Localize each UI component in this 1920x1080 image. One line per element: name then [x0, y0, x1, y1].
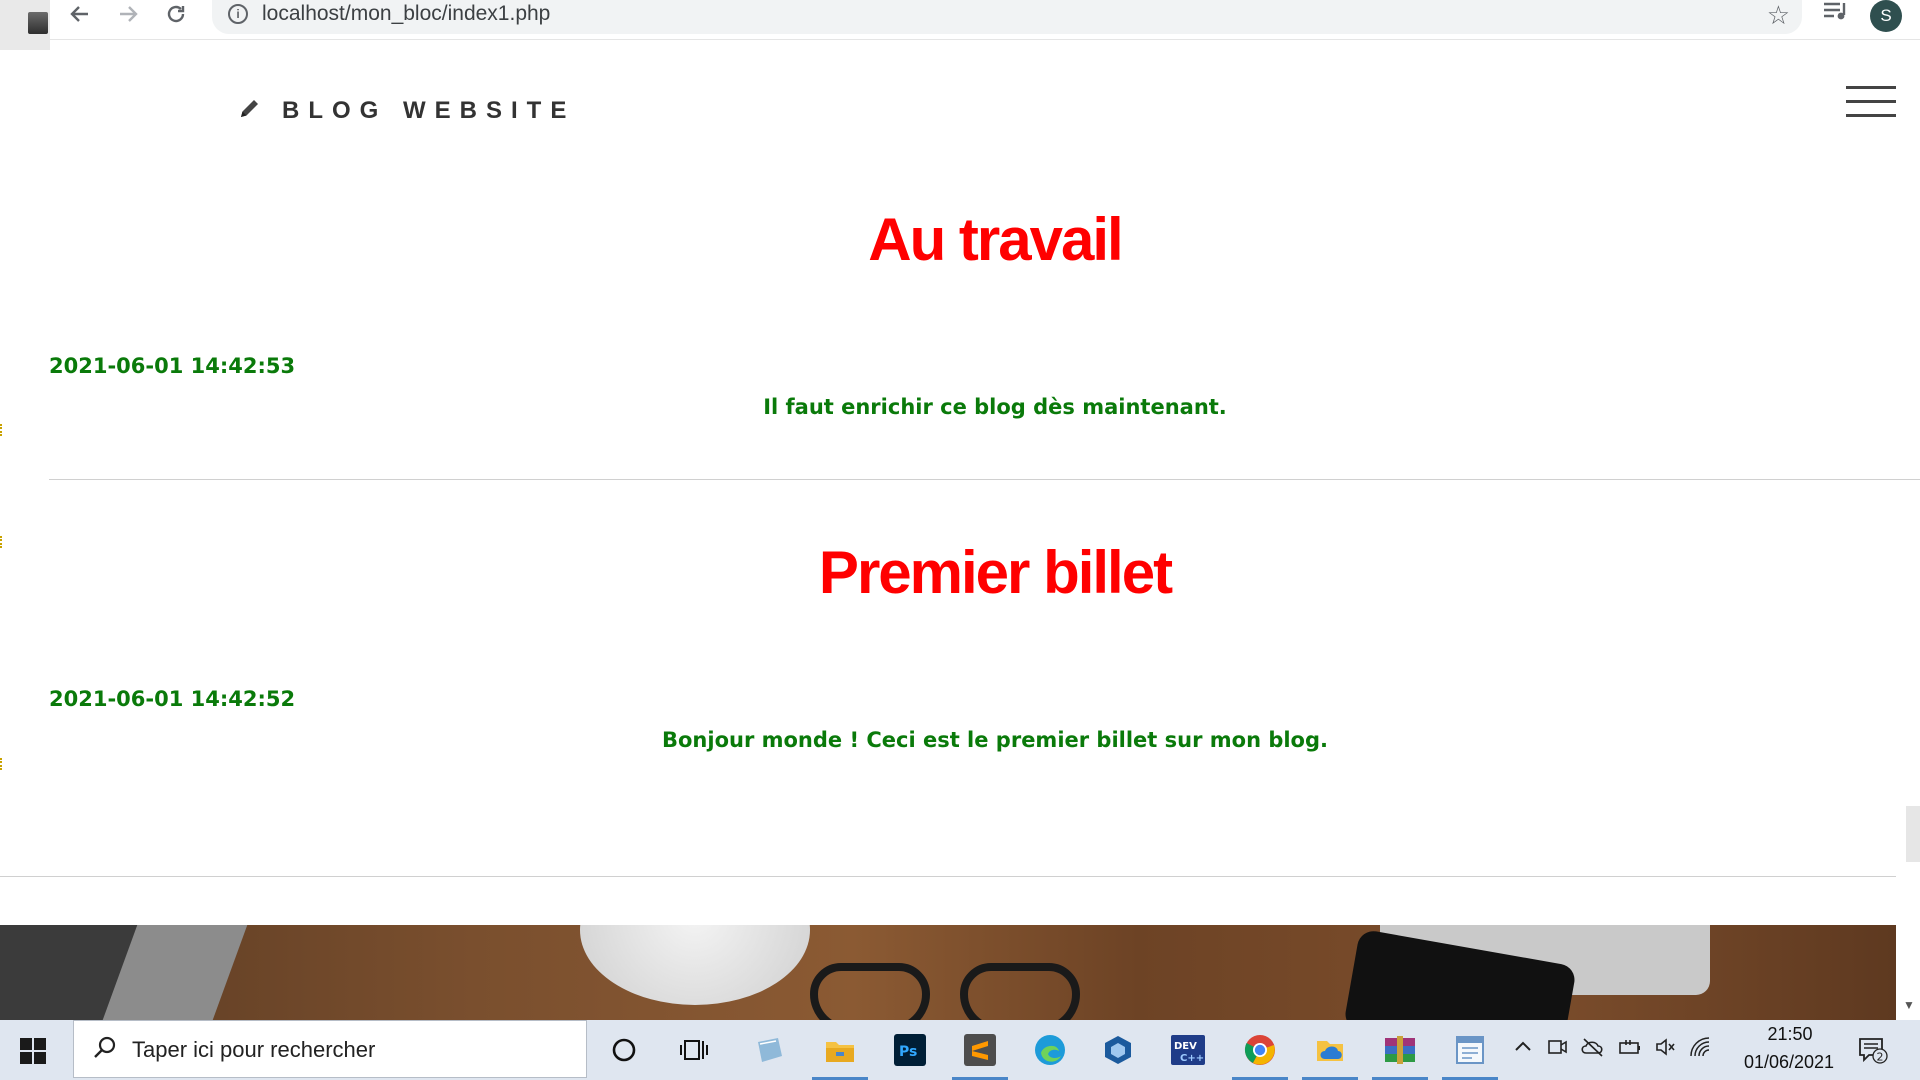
- cortana-icon[interactable]: [602, 1028, 646, 1072]
- star-icon[interactable]: ☆: [1767, 0, 1790, 31]
- meet-now-icon[interactable]: [1546, 1036, 1568, 1064]
- hero-cup-shape: [580, 925, 810, 1005]
- post-date: 2021-06-01 14:42:53: [49, 354, 296, 378]
- hero-glasses-shape: [810, 963, 930, 1020]
- svg-text:C++: C++: [1180, 1053, 1204, 1064]
- onedrive-icon[interactable]: [1302, 1028, 1358, 1080]
- chrome-icon[interactable]: [1232, 1028, 1288, 1080]
- notification-center-icon[interactable]: 2: [1858, 1036, 1888, 1064]
- forward-icon[interactable]: [110, 0, 146, 28]
- system-tray: [1512, 1036, 1712, 1064]
- search-icon: [92, 1035, 118, 1061]
- site-logo[interactable]: BLOG WEBSITE: [238, 96, 575, 125]
- notepad-icon[interactable]: [748, 1028, 792, 1072]
- back-icon[interactable]: [62, 0, 98, 28]
- clock-time[interactable]: 21:50: [1740, 1024, 1840, 1045]
- media-control-icon[interactable]: [1822, 0, 1856, 30]
- post-divider: [49, 479, 1920, 480]
- devcpp-icon[interactable]: DEV C++: [1166, 1028, 1210, 1072]
- edge-marker: [0, 758, 2, 770]
- hamburger-menu-icon[interactable]: [1846, 86, 1896, 118]
- writer-icon[interactable]: [1442, 1028, 1498, 1080]
- post-date: 2021-06-01 14:42:52: [49, 687, 296, 711]
- task-view-icon[interactable]: [672, 1028, 716, 1072]
- post-title: Premier billet: [818, 539, 1173, 606]
- tab-favicon[interactable]: [0, 0, 50, 50]
- virtualbox-icon[interactable]: [1096, 1028, 1140, 1072]
- search-placeholder: Taper ici pour rechercher: [132, 1037, 376, 1062]
- taskbar-search-box[interactable]: Taper ici pour rechercher: [73, 1020, 587, 1078]
- url-text[interactable]: localhost/mon_bloc/index1.php: [262, 2, 550, 26]
- svg-text:Ps: Ps: [899, 1044, 917, 1060]
- notification-count: 2: [1877, 1051, 1884, 1064]
- sublime-text-icon[interactable]: [952, 1028, 1008, 1080]
- windows-start-icon[interactable]: [20, 1038, 46, 1064]
- wifi-icon[interactable]: [1688, 1036, 1712, 1064]
- address-bar[interactable]: i localhost/mon_bloc/index1.php ☆: [212, 0, 1802, 34]
- post-title: Au travail: [868, 206, 1123, 273]
- post-body: Bonjour monde ! Ceci est le premier bill…: [661, 728, 1328, 752]
- page-favicon-icon: [28, 12, 48, 34]
- logo-text: BLOG WEBSITE: [282, 96, 576, 124]
- section-divider: [0, 876, 1896, 877]
- desk-hero-image: [0, 925, 1896, 1020]
- scroll-down-arrow-icon[interactable]: ▼: [1898, 998, 1920, 1018]
- profile-avatar[interactable]: S: [1870, 0, 1902, 32]
- info-icon[interactable]: i: [228, 4, 248, 24]
- show-hidden-icons-icon[interactable]: [1512, 1036, 1534, 1064]
- svg-text:DEV: DEV: [1174, 1041, 1197, 1052]
- windows-taskbar: Taper ici pour rechercher Ps DEV C++ 21:…: [0, 1020, 1920, 1080]
- volume-muted-icon[interactable]: [1654, 1036, 1676, 1064]
- reload-icon[interactable]: [158, 0, 194, 28]
- browser-toolbar: i localhost/mon_bloc/index1.php ☆ S: [0, 0, 1920, 50]
- edge-marker: [0, 424, 2, 436]
- hero-glasses-shape: [960, 963, 1080, 1020]
- post-body: Il faut enrichir ce blog dès maintenant.: [763, 395, 1227, 419]
- onedrive-status-icon[interactable]: [1580, 1036, 1606, 1064]
- pencil-icon: [238, 96, 262, 125]
- file-explorer-icon[interactable]: [812, 1028, 868, 1080]
- photoshop-icon[interactable]: Ps: [888, 1028, 932, 1072]
- edge-icon[interactable]: [1028, 1028, 1072, 1072]
- clock-date[interactable]: 01/06/2021: [1724, 1052, 1854, 1073]
- winrar-icon[interactable]: [1372, 1028, 1428, 1080]
- battery-icon[interactable]: [1618, 1036, 1642, 1064]
- scrollbar-thumb[interactable]: [1906, 806, 1920, 862]
